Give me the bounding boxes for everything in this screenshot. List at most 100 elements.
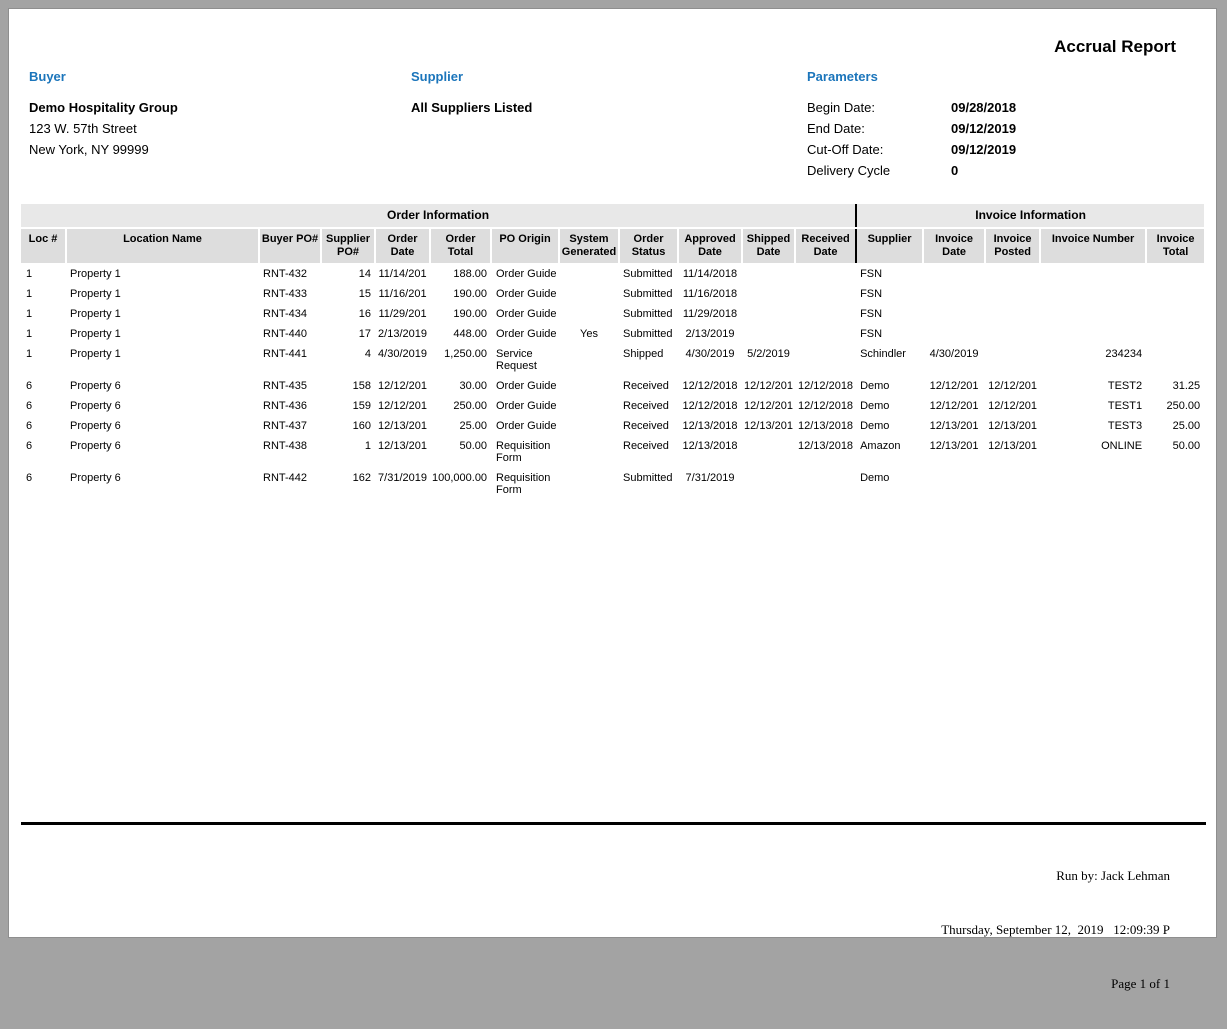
parameter-label: Cut-Off Date: — [807, 139, 951, 160]
table-cell: Order Guide — [491, 415, 559, 435]
table-cell: Requisition Form — [491, 435, 559, 467]
table-cell — [923, 263, 985, 283]
table-cell: 190.00 — [430, 303, 491, 323]
table-cell: Order Guide — [491, 263, 559, 283]
table-cell: 1 — [21, 263, 66, 283]
table-cell: Service Request — [491, 343, 559, 375]
table-cell: FSN — [856, 283, 923, 303]
table-cell: TEST3 — [1040, 415, 1146, 435]
table-row: 6Property 6RNT-438112/13/20150.00Requisi… — [21, 435, 1204, 467]
table-cell: Submitted — [619, 263, 678, 283]
table-cell: 12/12/2018 — [795, 395, 856, 415]
table-cell — [559, 395, 619, 415]
table-cell: FSN — [856, 263, 923, 283]
parameter-label: Begin Date: — [807, 97, 951, 118]
table-cell — [795, 263, 856, 283]
table-cell: 4/30/2019 — [375, 343, 430, 375]
table-cell — [1040, 263, 1146, 283]
table-cell — [985, 303, 1040, 323]
table-cell: Requisition Form — [491, 467, 559, 499]
table-cell: RNT-436 — [259, 395, 321, 415]
table-cell — [923, 283, 985, 303]
table-cell — [1146, 283, 1204, 303]
table-cell: 11/29/2018 — [678, 303, 742, 323]
table-cell: 25.00 — [430, 415, 491, 435]
table-cell: 11/14/201 — [375, 263, 430, 283]
table-cell: Received — [619, 375, 678, 395]
table-cell: 12/13/201 — [923, 415, 985, 435]
table-cell — [923, 467, 985, 499]
table-cell — [559, 415, 619, 435]
table-cell: Order Guide — [491, 323, 559, 343]
table-cell: Submitted — [619, 303, 678, 323]
table-row: 6Property 6RNT-43716012/13/20125.00Order… — [21, 415, 1204, 435]
table-cell: 16 — [321, 303, 375, 323]
parameter-value: 09/28/2018 — [951, 100, 1016, 115]
column-header-location-name: Location Name — [66, 228, 259, 263]
parameter-label: Delivery Cycle — [807, 160, 951, 181]
column-header-shipped-date: Shipped Date — [742, 228, 795, 263]
table-cell: TEST2 — [1040, 375, 1146, 395]
table-cell: 188.00 — [430, 263, 491, 283]
table-cell: 159 — [321, 395, 375, 415]
table-cell — [1040, 283, 1146, 303]
table-body: 1Property 1RNT-4321411/14/201188.00Order… — [21, 263, 1204, 499]
column-header-buyer-po: Buyer PO# — [259, 228, 321, 263]
buyer-heading: Buyer — [29, 69, 178, 84]
table-cell: 12/12/2018 — [795, 375, 856, 395]
table-cell — [742, 303, 795, 323]
table-cell: 158 — [321, 375, 375, 395]
table-row: 6Property 6RNT-43615912/12/201250.00Orde… — [21, 395, 1204, 415]
table-cell — [985, 323, 1040, 343]
table-cell: 50.00 — [1146, 435, 1204, 467]
table-cell: 11/16/201 — [375, 283, 430, 303]
group-header-row: Order Information Invoice Information — [21, 204, 1204, 228]
table-cell: Order Guide — [491, 283, 559, 303]
report-table-container: Order Information Invoice Information Lo… — [21, 204, 1204, 499]
table-cell: RNT-435 — [259, 375, 321, 395]
table-cell — [795, 467, 856, 499]
table-cell — [923, 323, 985, 343]
table-cell — [559, 283, 619, 303]
table-cell: 448.00 — [430, 323, 491, 343]
table-cell: RNT-438 — [259, 435, 321, 467]
footer-page-number: Page 1 of 1 — [941, 975, 1170, 993]
table-cell: 11/14/2018 — [678, 263, 742, 283]
table-cell: Order Guide — [491, 395, 559, 415]
table-cell — [985, 467, 1040, 499]
footer-divider-line — [21, 822, 1206, 825]
table-cell — [742, 283, 795, 303]
table-cell: 7/31/2019 — [375, 467, 430, 499]
table-cell: Property 6 — [66, 435, 259, 467]
supplier-heading: Supplier — [411, 69, 532, 84]
table-cell: ONLINE — [1040, 435, 1146, 467]
table-cell: 4/30/2019 — [678, 343, 742, 375]
table-cell — [559, 375, 619, 395]
table-cell: Property 1 — [66, 263, 259, 283]
table-cell: 4/30/2019 — [923, 343, 985, 375]
table-cell: 6 — [21, 435, 66, 467]
column-header-order-date: Order Date — [375, 228, 430, 263]
invoice-information-group-header: Invoice Information — [856, 204, 1204, 228]
page-title: Accrual Report — [1054, 37, 1176, 57]
table-cell — [559, 303, 619, 323]
table-cell — [1146, 467, 1204, 499]
table-cell: Property 1 — [66, 283, 259, 303]
table-cell: 234234 — [1040, 343, 1146, 375]
table-cell: Submitted — [619, 323, 678, 343]
column-header-approved-date: Approved Date — [678, 228, 742, 263]
table-cell — [742, 323, 795, 343]
table-cell — [559, 467, 619, 499]
table-cell: 12/12/201 — [375, 395, 430, 415]
column-header-system-generated: System Generated — [559, 228, 619, 263]
table-cell: 14 — [321, 263, 375, 283]
table-cell: 12/12/201 — [985, 395, 1040, 415]
column-header-received-date: Received Date — [795, 228, 856, 263]
table-cell: 12/12/2018 — [678, 395, 742, 415]
table-cell: 31.25 — [1146, 375, 1204, 395]
table-cell: 12/13/201 — [375, 435, 430, 467]
table-cell: 4 — [321, 343, 375, 375]
table-cell — [923, 303, 985, 323]
report-page: Accrual Report Buyer Demo Hospitality Gr… — [8, 8, 1217, 938]
table-cell: 2/13/2019 — [375, 323, 430, 343]
